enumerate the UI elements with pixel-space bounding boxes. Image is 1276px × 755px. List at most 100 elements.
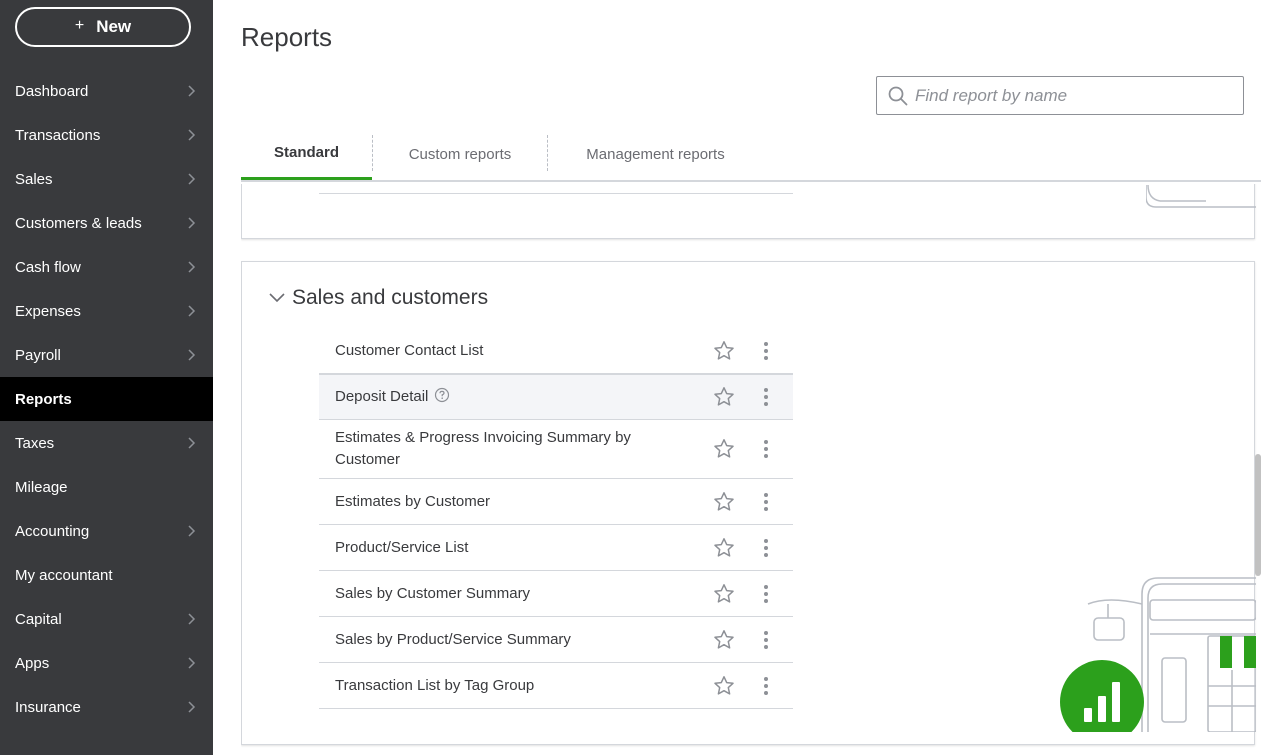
star-icon (714, 184, 736, 187)
sidebar-item-label: Sales (15, 170, 53, 188)
tab-label: Management reports (586, 145, 725, 163)
report-row-sales-by-customer-summary[interactable]: Sales by Customer Summary (319, 571, 793, 617)
sidebar-item-label: Taxes (15, 434, 55, 452)
sidebar-item-dashboard[interactable]: Dashboard (0, 69, 213, 113)
search-box[interactable] (876, 76, 1244, 115)
report-row-sales-by-product-service-summary[interactable]: Sales by Product/Service Summary (319, 617, 793, 663)
main-content: Reports Standard Custom reports Manageme… (213, 0, 1276, 755)
search-input[interactable] (915, 85, 1235, 106)
sidebar-item-expenses[interactable]: Expenses (0, 289, 213, 333)
report-name: Sales by Product/Service Summary (335, 630, 571, 648)
report-row-estimates-by-customer[interactable]: Estimates by Customer (319, 479, 793, 525)
report-row-customer-contact-list[interactable]: Customer Contact List (319, 328, 793, 374)
row-divider (319, 193, 793, 194)
report-row-deposit-detail[interactable]: Deposit Detail (319, 374, 793, 420)
report-link[interactable]: Customer Contact List (335, 340, 665, 362)
report-link[interactable]: Estimates by Customer (335, 491, 665, 513)
tab-management-reports[interactable]: Management reports (548, 127, 763, 181)
page-title: Reports (241, 22, 333, 52)
kebab-menu-icon[interactable] (763, 676, 769, 696)
sidebar-item-label: Payroll (15, 346, 61, 364)
scrollbar-thumb[interactable] (1255, 454, 1261, 576)
chevron-right-icon (188, 217, 196, 229)
sidebar-item-label: Apps (15, 654, 50, 672)
report-name: Deposit Detail (335, 388, 429, 405)
sidebar-item-customers-and-leads[interactable]: Customers & leads (0, 201, 213, 245)
report-link[interactable]: Sales by Product/Service Summary (335, 629, 665, 651)
report-name: Product/Service List (335, 538, 469, 556)
sidebar: + New Dashboard Transactions Sales Customer… (0, 0, 213, 755)
report-row-product-service-list[interactable]: Product/Service List (319, 525, 793, 571)
report-link[interactable]: Sales by Customer Summary (335, 583, 665, 605)
tab-standard[interactable]: Standard (241, 127, 372, 181)
vertical-scrollbar[interactable] (1254, 184, 1262, 755)
sidebar-item-capital[interactable]: Capital (0, 597, 213, 641)
sidebar-item-label: Expenses (15, 302, 81, 320)
sidebar-item-sales[interactable]: Sales (0, 157, 213, 201)
chevron-down-icon (269, 293, 285, 303)
kebab-menu-icon[interactable] (763, 584, 769, 604)
chevron-right-icon (188, 525, 196, 537)
section-header[interactable]: Sales and customers (268, 286, 488, 310)
star-icon[interactable] (713, 583, 735, 605)
kebab-menu-icon[interactable] (763, 492, 769, 512)
decorative-illustration (1060, 577, 1256, 732)
sidebar-item-payroll[interactable]: Payroll (0, 333, 213, 377)
kebab-menu-icon[interactable] (763, 341, 769, 361)
report-link[interactable]: Deposit Detail (335, 386, 665, 408)
sidebar-item-label: Mileage (15, 478, 68, 496)
chevron-right-icon (188, 85, 196, 97)
report-link[interactable]: Transaction List by Tag Group (335, 675, 665, 697)
star-icon[interactable] (713, 386, 735, 408)
section-title: Sales and customers (292, 286, 489, 309)
sidebar-item-label: Cash flow (15, 258, 81, 276)
report-link[interactable]: Product/Service List (335, 537, 665, 559)
decorative-illustration (1146, 184, 1256, 208)
report-name: Transaction List by Tag Group (335, 676, 535, 694)
chevron-right-icon (188, 305, 196, 317)
sidebar-item-reports[interactable]: Reports (0, 377, 213, 421)
star-icon[interactable] (713, 491, 735, 513)
chevron-right-icon (188, 349, 196, 361)
star-icon[interactable] (713, 438, 735, 460)
plus-icon: + (74, 16, 85, 34)
star-icon[interactable] (713, 675, 735, 697)
new-button[interactable]: + New (15, 7, 191, 47)
sidebar-item-label: Reports (15, 390, 72, 408)
chevron-right-icon (188, 701, 196, 713)
sidebar-item-transactions[interactable]: Transactions (0, 113, 213, 157)
tab-label: Custom reports (408, 145, 512, 163)
star-icon[interactable] (713, 537, 735, 559)
sidebar-item-apps[interactable]: Apps (0, 641, 213, 685)
chevron-right-icon (188, 657, 196, 669)
sidebar-item-mileage[interactable]: Mileage (0, 465, 213, 509)
kebab-menu-icon[interactable] (763, 538, 769, 558)
star-icon[interactable] (713, 340, 735, 362)
sidebar-item-label: My accountant (15, 566, 113, 584)
previous-section-card (241, 184, 1256, 239)
new-button-label: New (96, 17, 132, 36)
star-icon[interactable] (713, 629, 735, 651)
sidebar-item-label: Insurance (15, 698, 81, 716)
sidebar-item-insurance[interactable]: Insurance (0, 685, 213, 729)
report-row-transaction-list-by-tag-group[interactable]: Transaction List by Tag Group (319, 663, 793, 709)
reports-scroll-area: Sales and customers Customer Contact Lis… (241, 184, 1261, 755)
sales-and-customers-card: Sales and customers Customer Contact Lis… (241, 261, 1256, 745)
kebab-menu-icon[interactable] (763, 439, 769, 459)
report-name: Estimates by Customer (335, 492, 491, 510)
kebab-menu-icon[interactable] (763, 630, 769, 650)
report-link[interactable]: Estimates & Progress Invoicing Summary b… (335, 427, 665, 471)
help-icon[interactable] (434, 387, 450, 403)
report-list: Customer Contact List Deposit Detail Estim… (319, 328, 793, 709)
chevron-right-icon (188, 261, 196, 273)
sidebar-item-label: Accounting (15, 522, 90, 540)
report-row-estimates-and-progress-invoicing-summary-by-customer[interactable]: Estimates & Progress Invoicing Summary b… (319, 420, 793, 479)
sidebar-item-my-accountant[interactable]: My accountant (0, 553, 213, 597)
sidebar-item-taxes[interactable]: Taxes (0, 421, 213, 465)
tab-custom-reports[interactable]: Custom reports (373, 127, 547, 181)
sidebar-item-cash-flow[interactable]: Cash flow (0, 245, 213, 289)
sidebar-item-accounting[interactable]: Accounting (0, 509, 213, 553)
search-icon (888, 86, 908, 105)
kebab-menu-icon[interactable] (763, 387, 769, 407)
tab-label: Standard (273, 143, 339, 161)
